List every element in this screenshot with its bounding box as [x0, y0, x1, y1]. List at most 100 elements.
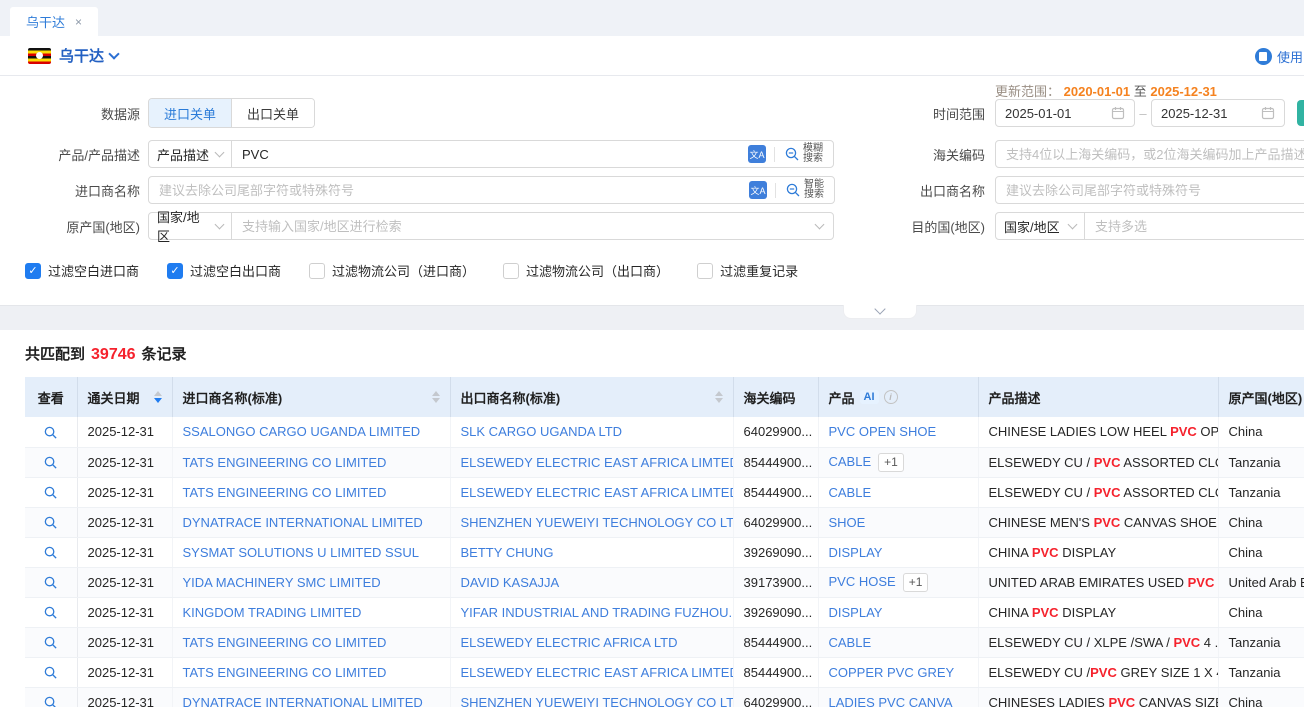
- importer-link[interactable]: SSALONGO CARGO UGANDA LIMITED: [183, 424, 421, 439]
- sort-icon[interactable]: [715, 391, 723, 403]
- view-record-button[interactable]: [43, 665, 58, 680]
- importer-input[interactable]: [159, 183, 749, 198]
- checkbox-unchecked-icon[interactable]: [503, 263, 519, 279]
- product-type-select[interactable]: 产品描述: [148, 140, 232, 168]
- product-link[interactable]: CABLE: [829, 454, 872, 469]
- fuzzy-search-icon[interactable]: [784, 146, 800, 162]
- importer-link[interactable]: SYSMAT SOLUTIONS U LIMITED SSUL: [183, 545, 419, 560]
- exporter-link[interactable]: ELSEWEDY ELECTRIC EAST AFRICA LIMTED: [461, 485, 734, 500]
- destination-type-select[interactable]: 国家/地区: [995, 212, 1085, 240]
- date-from-input[interactable]: 2025-01-01: [995, 99, 1135, 127]
- translate-icon[interactable]: 文A: [749, 181, 767, 199]
- more-products-badge[interactable]: +1: [903, 573, 929, 592]
- filter-checkbox[interactable]: ✓过滤空白出口商: [167, 261, 281, 280]
- fuzzy-search-label[interactable]: 模糊搜索: [803, 144, 823, 164]
- product-link[interactable]: DISPLAY: [829, 605, 883, 620]
- view-search-icon: [43, 545, 58, 560]
- cell-date: 2025-12-31: [77, 417, 172, 447]
- destination-country-input[interactable]: [1095, 219, 1304, 234]
- cell-origin-country: Tanzania: [1218, 627, 1304, 657]
- view-search-icon: [43, 455, 58, 470]
- exporter-link[interactable]: SHENZHEN YUEWEIYI TECHNOLOGY CO LTD: [461, 695, 734, 707]
- product-link[interactable]: DISPLAY: [829, 545, 883, 560]
- right-edge-action-button[interactable]: [1297, 100, 1304, 126]
- hs-code-input-wrap: [995, 140, 1304, 168]
- exporter-link[interactable]: BETTY CHUNG: [461, 545, 554, 560]
- exporter-link[interactable]: YIFAR INDUSTRIAL AND TRADING FUZHOU...: [461, 605, 734, 620]
- importer-link[interactable]: KINGDOM TRADING LIMITED: [183, 605, 362, 620]
- importer-link[interactable]: TATS ENGINEERING CO LIMITED: [183, 455, 387, 470]
- importer-link[interactable]: TATS ENGINEERING CO LIMITED: [183, 665, 387, 680]
- filter-checkbox[interactable]: 过滤物流公司（出口商）: [503, 261, 669, 280]
- importer-link[interactable]: DYNATRACE INTERNATIONAL LIMITED: [183, 515, 423, 530]
- product-link[interactable]: LADIES PVC CANVA: [829, 695, 953, 707]
- more-products-badge[interactable]: +1: [878, 453, 904, 472]
- collapse-filters-button[interactable]: [843, 305, 917, 319]
- country-title: 乌干达: [59, 45, 104, 66]
- product-link[interactable]: COPPER PVC GREY: [829, 665, 955, 680]
- table-header-row: 查看通关日期进口商名称(标准)出口商名称(标准)海关编码产品AIi产品描述原产国…: [25, 377, 1304, 417]
- view-record-button[interactable]: [43, 455, 58, 470]
- view-record-button[interactable]: [43, 515, 58, 530]
- origin-country-label: 原产国(地区): [0, 217, 140, 236]
- smart-search-label[interactable]: 智能搜索: [804, 180, 824, 200]
- view-record-button[interactable]: [43, 575, 58, 590]
- results-table: 查看通关日期进口商名称(标准)出口商名称(标准)海关编码产品AIi产品描述原产国…: [25, 377, 1304, 707]
- exporter-link[interactable]: ELSEWEDY ELECTRIC AFRICA LTD: [461, 635, 678, 650]
- importer-link[interactable]: TATS ENGINEERING CO LIMITED: [183, 635, 387, 650]
- data-source-tab[interactable]: 进口关单: [149, 99, 232, 127]
- smart-search-icon[interactable]: [785, 182, 801, 198]
- exporter-link[interactable]: SLK CARGO UGANDA LTD: [461, 424, 623, 439]
- view-record-button[interactable]: [43, 545, 58, 560]
- checkbox-checked-icon[interactable]: ✓: [25, 263, 41, 279]
- exporter-input[interactable]: [1006, 183, 1304, 198]
- importer-link[interactable]: DYNATRACE INTERNATIONAL LIMITED: [183, 695, 423, 707]
- view-record-button[interactable]: [43, 695, 58, 707]
- product-link[interactable]: PVC HOSE: [829, 574, 896, 589]
- view-record-button[interactable]: [43, 635, 58, 650]
- tab-uganda[interactable]: 乌干达 ×: [10, 7, 98, 36]
- product-link[interactable]: CABLE: [829, 485, 872, 500]
- origin-type-select[interactable]: 国家/地区: [148, 212, 232, 240]
- hs-code-input[interactable]: [1006, 147, 1304, 162]
- tab-close-icon[interactable]: ×: [75, 15, 82, 29]
- info-icon[interactable]: i: [884, 390, 898, 404]
- product-link[interactable]: SHOE: [829, 515, 866, 530]
- date-to-input[interactable]: 2025-12-31: [1151, 99, 1285, 127]
- exporter-link[interactable]: SHENZHEN YUEWEIYI TECHNOLOGY CO LTD: [461, 515, 734, 530]
- data-source-tab[interactable]: 出口关单: [232, 99, 314, 127]
- exporter-link[interactable]: ELSEWEDY ELECTRIC EAST AFRICA LIMTED: [461, 455, 734, 470]
- column-header[interactable]: 出口商名称(标准): [450, 377, 733, 417]
- column-header[interactable]: 通关日期: [77, 377, 172, 417]
- calendar-icon: [1111, 106, 1125, 120]
- country-dropdown-chevron-icon[interactable]: [108, 48, 119, 59]
- filter-checkbox[interactable]: ✓过滤空白进口商: [25, 261, 139, 280]
- view-record-button[interactable]: [43, 485, 58, 500]
- update-range-from: 2020-01-01: [1064, 84, 1131, 99]
- cell-date: 2025-12-31: [77, 447, 172, 477]
- help-link[interactable]: 使用: [1255, 36, 1304, 76]
- checkbox-unchecked-icon[interactable]: [697, 263, 713, 279]
- product-link[interactable]: CABLE: [829, 635, 872, 650]
- checkbox-label: 过滤物流公司（进口商）: [332, 261, 475, 280]
- sort-icon[interactable]: [432, 391, 440, 403]
- product-input[interactable]: [242, 147, 748, 162]
- translate-icon[interactable]: 文A: [748, 145, 766, 163]
- checkbox-checked-icon[interactable]: ✓: [167, 263, 183, 279]
- cell-description: CHINA PVC DISPLAY: [978, 537, 1218, 567]
- cell-description: ELSEWEDY CU / PVC ASSORTED CLO...: [978, 477, 1218, 507]
- view-record-button[interactable]: [43, 425, 58, 440]
- filter-checkbox[interactable]: 过滤物流公司（进口商）: [309, 261, 475, 280]
- sort-icon[interactable]: [154, 391, 162, 403]
- origin-country-input[interactable]: [242, 219, 810, 234]
- filter-checkbox[interactable]: 过滤重复记录: [697, 261, 798, 280]
- exporter-link[interactable]: ELSEWEDY ELECTRIC EAST AFRICA LIMTED: [461, 665, 734, 680]
- exporter-link[interactable]: DAVID KASAJJA: [461, 575, 560, 590]
- column-header[interactable]: 进口商名称(标准): [172, 377, 450, 417]
- view-record-button[interactable]: [43, 605, 58, 620]
- product-link[interactable]: PVC OPEN SHOE: [829, 424, 937, 439]
- importer-link[interactable]: TATS ENGINEERING CO LIMITED: [183, 485, 387, 500]
- table-row: 2025-12-31TATS ENGINEERING CO LIMITEDELS…: [25, 477, 1304, 507]
- checkbox-unchecked-icon[interactable]: [309, 263, 325, 279]
- importer-link[interactable]: YIDA MACHINERY SMC LIMITED: [183, 575, 381, 590]
